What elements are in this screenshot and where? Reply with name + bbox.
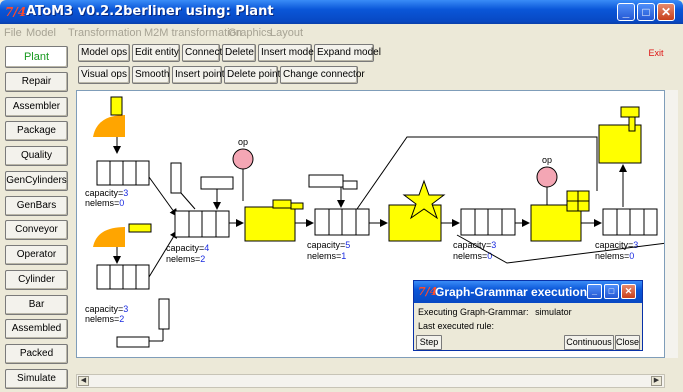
queue-gen-bottom-capacity: capacity=3 — [85, 304, 128, 314]
title-bar: 7/4 AToM3 v0.2.2berliner using: Plant _ … — [0, 0, 683, 24]
scroll-left-arrow-icon[interactable]: ◀ — [78, 376, 89, 386]
queue-right[interactable] — [602, 208, 658, 236]
menu-transformation[interactable]: Transformation — [68, 27, 142, 39]
model-ops-button[interactable]: Model ops — [78, 44, 130, 62]
operator-2[interactable]: op — [536, 155, 558, 205]
dialog-maximize-button[interactable]: □ — [604, 284, 619, 299]
part-package-box[interactable] — [308, 174, 344, 188]
part-cylinder-horizontal[interactable] — [200, 176, 234, 190]
continuous-button[interactable]: Continuous — [564, 335, 614, 350]
queue-right-nelems: nelems=0 — [595, 251, 634, 261]
exit-button[interactable]: Exit — [646, 45, 666, 61]
machine-assembler[interactable] — [244, 199, 304, 242]
queue-gen-top-nelems: nelems=0 — [85, 198, 124, 208]
menu-graphics[interactable]: Graphics — [228, 27, 272, 39]
queue-assembler-capacity: capacity=4 — [166, 243, 209, 253]
machine-quality[interactable] — [530, 190, 590, 242]
machine-packed[interactable] — [598, 106, 642, 164]
minimize-button[interactable]: _ — [617, 3, 635, 21]
generator-bottom[interactable] — [93, 223, 152, 264]
sidebar-item-repair[interactable]: Repair — [5, 72, 68, 92]
menu-bar: File Model Transformation M2M transforma… — [0, 24, 683, 42]
insert-model-button[interactable]: Insert model — [258, 44, 316, 62]
queue-package[interactable] — [314, 208, 370, 236]
close-dialog-button[interactable]: Close — [615, 335, 640, 350]
change-connector-button[interactable]: Change connector — [280, 66, 365, 84]
executing-value: simulator — [535, 307, 572, 317]
sidebar-item-conveyor[interactable]: Conveyor — [5, 220, 68, 240]
queue-assembler[interactable] — [174, 210, 230, 238]
sidebar-item-genbars[interactable]: GenBars — [5, 196, 68, 216]
vertical-scrollbar[interactable] — [665, 90, 678, 358]
window-title: AToM3 v0.2.2berliner using: Plant — [26, 4, 274, 19]
maximize-button[interactable]: □ — [637, 3, 655, 21]
dialog-close-icon[interactable]: ✕ — [621, 284, 636, 299]
smooth-button[interactable]: Smooth — [132, 66, 170, 84]
connect-button[interactable]: Connect — [182, 44, 222, 62]
queue-quality-nelems: nelems=0 — [453, 251, 492, 261]
queue-package-nelems: nelems=1 — [307, 251, 346, 261]
menu-layout[interactable]: Layout — [270, 27, 303, 39]
sidebar-item-package[interactable]: Package — [5, 121, 68, 141]
generator-top[interactable] — [93, 96, 125, 154]
dialog-title-bar: 7/4 Graph-Grammar execution ... _ □ ✕ — [414, 281, 642, 303]
operator-1[interactable]: op — [232, 137, 254, 201]
close-button[interactable]: ✕ — [657, 3, 675, 21]
executing-label: Executing Graph-Grammar: — [418, 307, 529, 317]
part-package-small[interactable] — [342, 180, 358, 190]
machine-package[interactable] — [388, 179, 446, 242]
sidebar-item-bar[interactable]: Bar — [5, 295, 68, 315]
sidebar-item-packed[interactable]: Packed — [5, 344, 68, 364]
sidebar-item-assembled[interactable]: Assembled — [5, 319, 68, 339]
operator-1-label: op — [238, 137, 248, 147]
delete-point-button[interactable]: Delete point — [224, 66, 280, 84]
insert-point-button[interactable]: Insert point — [172, 66, 224, 84]
sidebar-item-gencylinders[interactable]: GenCylinders — [5, 171, 68, 191]
sidebar-item-simulate[interactable]: Simulate — [5, 369, 68, 389]
sidebar-item-assembler[interactable]: Assembler — [5, 97, 68, 117]
horizontal-scrollbar[interactable]: ◀ ▶ — [76, 374, 665, 388]
menu-model[interactable]: Model — [26, 27, 56, 39]
queue-package-capacity: capacity=5 — [307, 240, 350, 250]
dialog-title: Graph-Grammar execution ... — [435, 285, 601, 299]
queue-right-capacity: capacity=3 — [595, 240, 638, 250]
sidebar-item-plant[interactable]: Plant — [5, 46, 68, 68]
expand-model-button[interactable]: Expand model — [314, 44, 381, 62]
atom3-app-icon: 7/4 — [5, 5, 27, 19]
visual-ops-button[interactable]: Visual ops — [78, 66, 130, 84]
last-rule-label: Last executed rule: — [418, 321, 495, 331]
scroll-right-arrow-icon[interactable]: ▶ — [651, 376, 662, 386]
sidebar-item-cylinder[interactable]: Cylinder — [5, 270, 68, 290]
queue-quality[interactable] — [460, 208, 516, 236]
sidebar-item-operator[interactable]: Operator — [5, 245, 68, 265]
queue-gen-bottom-nelems: nelems=2 — [85, 314, 124, 324]
part-bar-horizontal[interactable] — [116, 336, 150, 348]
part-cylinder-vertical[interactable] — [170, 162, 182, 194]
executing-row: Executing Graph-Grammar: simulator — [418, 307, 572, 317]
sidebar-item-quality[interactable]: Quality — [5, 146, 68, 166]
part-bar-vertical[interactable] — [158, 298, 170, 330]
operator-2-label: op — [542, 155, 552, 165]
graph-grammar-dialog: 7/4 Graph-Grammar execution ... _ □ ✕ Ex… — [413, 280, 643, 351]
queue-gen-top-capacity: capacity=3 — [85, 188, 128, 198]
edit-entity-button[interactable]: Edit entity — [132, 44, 180, 62]
queue-gen-bottom[interactable] — [96, 264, 150, 290]
delete-button[interactable]: Delete — [222, 44, 256, 62]
dialog-minimize-button[interactable]: _ — [587, 284, 602, 299]
step-button[interactable]: Step — [416, 335, 442, 350]
queue-gen-top[interactable] — [96, 160, 150, 186]
queue-assembler-nelems: nelems=2 — [166, 254, 205, 264]
menu-file[interactable]: File — [4, 27, 22, 39]
